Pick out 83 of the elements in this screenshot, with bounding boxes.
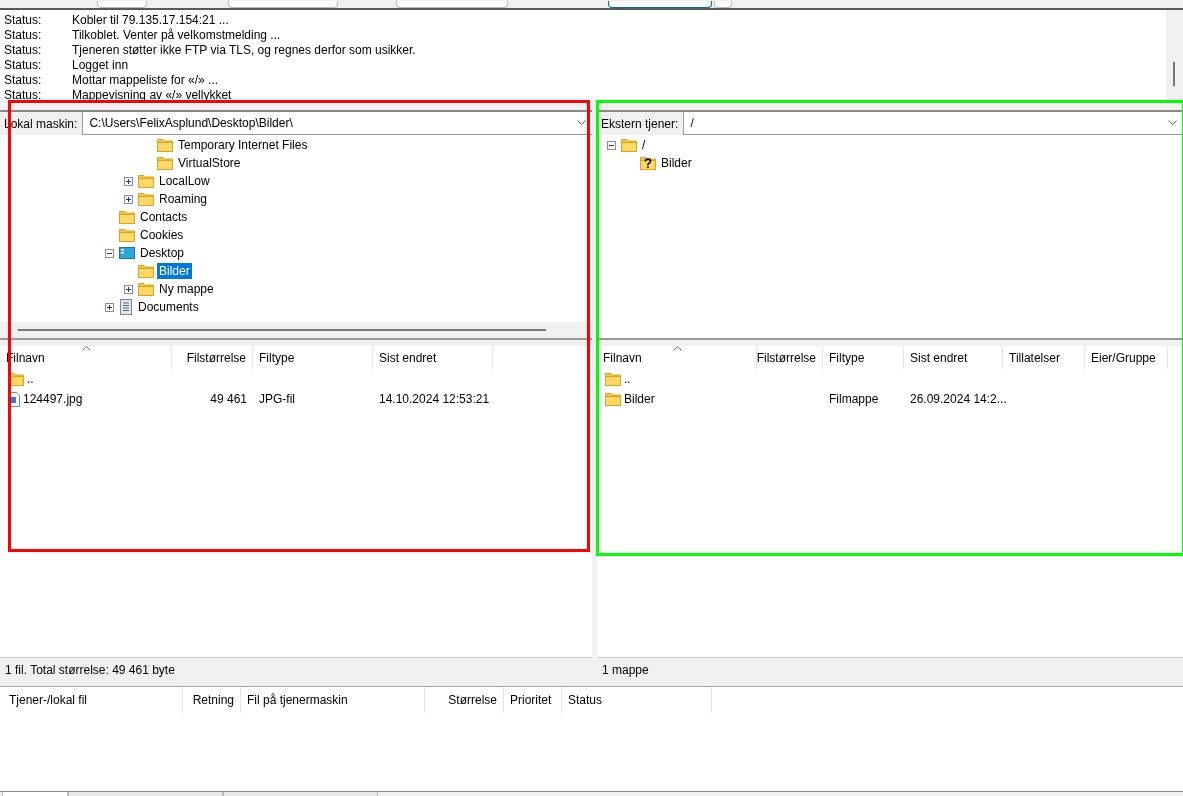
cell-text: .. [624, 372, 631, 386]
folder-icon [621, 138, 637, 152]
tree-item[interactable]: Bilder [157, 263, 192, 279]
sort-caret-icon [672, 346, 682, 351]
log-label: Status: [4, 28, 43, 43]
log-message: Mappevisning av «/» vellykket [72, 88, 232, 103]
cell-text: JPG-fil [259, 392, 295, 406]
column-header[interactable]: Tillatelser [1003, 346, 1085, 369]
expand-toggle[interactable] [124, 176, 133, 186]
vertical-scrollbar[interactable] [1166, 10, 1183, 104]
column-header[interactable]: Retning [183, 687, 241, 713]
log-message: Tilkoblet. Venter på velkomstmelding ... [72, 28, 281, 43]
tree-item[interactable]: / [640, 137, 648, 153]
folder-icon [157, 156, 173, 170]
tree-item[interactable]: LocalLow [157, 173, 212, 189]
tree-item[interactable]: Contacts [138, 209, 190, 225]
tree-item[interactable]: Bilder [659, 155, 694, 171]
cell-text: 49 461 [210, 392, 247, 406]
column-header[interactable]: Eier/Gruppe [1085, 346, 1168, 369]
log-message: Logget inn [72, 58, 129, 73]
status-text: 1 mappe [602, 663, 649, 677]
log-label: Status: [4, 58, 43, 73]
tree-item[interactable]: Roaming [157, 191, 210, 207]
cell-text: 14.10.2024 12:53:21 [379, 392, 490, 406]
column-header[interactable]: Størrelse [425, 687, 504, 713]
file-row[interactable]: .. [0, 369, 592, 389]
cell-text: 26.09.2024 14:2... [910, 392, 1007, 406]
column-header[interactable]: Status [562, 687, 712, 713]
column-header[interactable]: Filstørrelse [172, 346, 253, 369]
tree-item[interactable]: Ny mappe [157, 281, 216, 297]
file-row[interactable]: .. [597, 369, 1183, 389]
log-label: Status: [4, 43, 43, 58]
folder-icon [138, 174, 154, 188]
folder-icon [119, 210, 135, 224]
log-label: Status: [4, 88, 43, 103]
column-header[interactable]: Fil på tjenermaskin [241, 687, 425, 713]
folder-icon [138, 192, 154, 206]
tree-item[interactable]: Cookies [138, 227, 186, 243]
file-row[interactable]: 124497.jpg 49 461 JPG-fil 14.10.2024 12:53:21 [0, 389, 592, 409]
file-row[interactable]: Bilder Filmappe 26.09.2024 14:2... [597, 389, 1183, 409]
column-header[interactable]: Sist endret [373, 346, 493, 369]
column-header[interactable]: Filnavn [597, 346, 757, 369]
folder-icon [605, 392, 621, 406]
tree-item[interactable]: VirtualStore [176, 155, 243, 171]
sort-caret-icon [81, 346, 91, 351]
collapse-toggle[interactable] [105, 248, 114, 258]
cell-text: Bilder [624, 392, 655, 406]
chevron-down-icon [1168, 120, 1177, 126]
column-header[interactable]: Tjener-/lokal fil [0, 687, 183, 713]
unknown-folder-icon [640, 156, 656, 170]
tree-item[interactable]: Documents [136, 299, 201, 315]
log-label: Status: [4, 73, 43, 88]
collapse-toggle[interactable] [607, 140, 616, 150]
folder-icon [138, 282, 154, 296]
log-message: Kobler til 79.135.17.154:21 ... [72, 13, 229, 28]
horizontal-scrollbar[interactable] [0, 322, 592, 338]
log-label: Status: [4, 13, 43, 28]
tree-item[interactable]: Temporary Internet Files [176, 137, 310, 153]
folder-icon [157, 138, 173, 152]
column-header[interactable]: Filtype [823, 346, 904, 369]
column-header[interactable]: Filtype [253, 346, 373, 369]
chevron-down-icon [577, 120, 586, 126]
column-header[interactable]: Prioritet [504, 687, 562, 713]
expand-toggle[interactable] [124, 284, 133, 294]
toolbar-button[interactable] [608, 1, 712, 8]
folder-icon [605, 372, 621, 386]
tree-item[interactable]: Desktop [138, 245, 187, 261]
expand-toggle[interactable] [124, 194, 133, 204]
cell-text: 124497.jpg [23, 392, 83, 406]
location-label: Ekstern tjener: [597, 112, 685, 135]
folder-icon [138, 264, 154, 278]
image-file-icon [8, 391, 20, 407]
cell-text: Filmappe [829, 392, 879, 406]
column-header[interactable]: Sist endret [904, 346, 1003, 369]
folder-icon [119, 228, 135, 242]
expand-toggle[interactable] [105, 302, 114, 312]
log-message: Mottar mappeliste for «/» ... [72, 73, 219, 88]
desktop-icon [119, 246, 135, 260]
cell-text: .. [27, 372, 34, 386]
log-message: Tjeneren støtter ikke FTP via TLS, og regnes derfor som usikker. [72, 43, 416, 58]
status-text: 1 fil. Total størrelse: 49 461 byte [5, 663, 175, 677]
column-header[interactable]: Filstørrelse [757, 346, 823, 369]
documents-icon [119, 299, 133, 315]
